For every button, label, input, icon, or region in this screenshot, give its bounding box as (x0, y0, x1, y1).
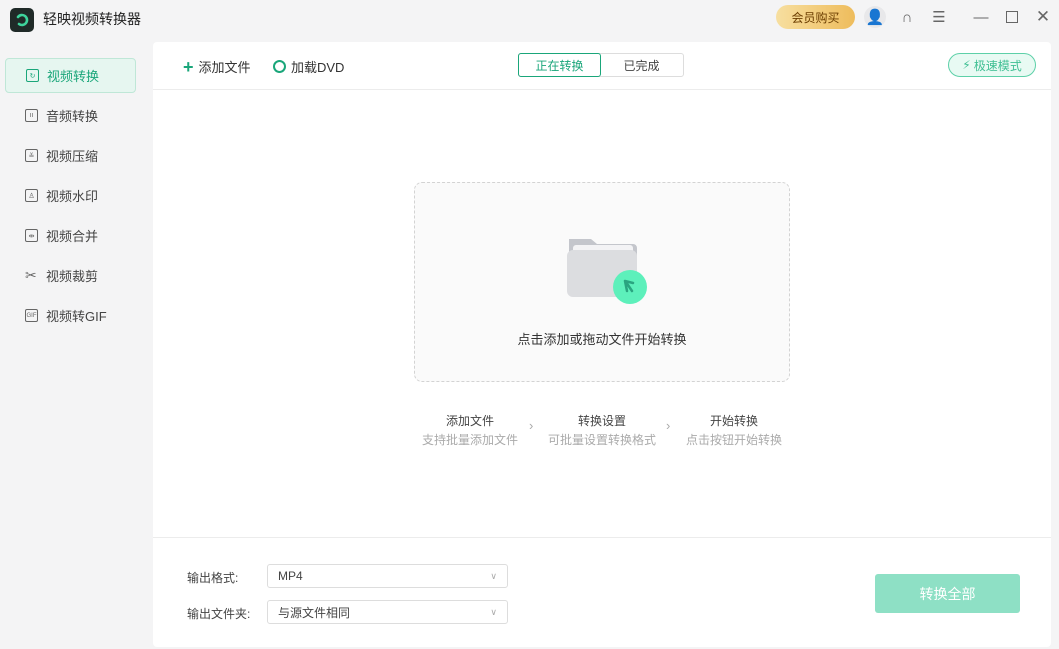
watermark-icon: ♙ (25, 189, 38, 202)
output-format-label: 输出格式: (187, 571, 239, 585)
fast-mode-label: 极速模式 (973, 58, 1022, 73)
step-desc: 支持批量添加文件 (421, 433, 518, 447)
add-file-label: 添加文件 (198, 60, 251, 75)
audio-icon: ıı (25, 109, 38, 122)
add-file-button[interactable]: + 添加文件 (183, 57, 251, 76)
toolbar: + 添加文件 加载DVD 正在转换 已完成 ⚡ 极速模式 (153, 42, 1051, 90)
app-title: 轻映视频转换器 (43, 11, 141, 27)
sidebar-item-label: 视频转GIF (46, 309, 107, 324)
compress-icon: ≚ (25, 149, 38, 162)
chevron-down-icon: ∨ (490, 606, 497, 617)
output-folder-label: 输出文件夹: (187, 607, 251, 621)
sidebar-item-video-watermark[interactable]: ♙ 视频水印 (5, 178, 136, 213)
headset-icon[interactable]: ∩ (896, 6, 918, 28)
step-convert-settings: 转换设置可批量设置转换格式 (542, 412, 662, 448)
folder-icon (565, 233, 651, 308)
maximize-icon[interactable] (1001, 6, 1023, 28)
output-folder-value: 与源文件相同 (278, 605, 351, 620)
bottom-divider (153, 537, 1051, 538)
sidebar-item-video-to-gif[interactable]: GIF 视频转GIF (5, 298, 136, 333)
sidebar-item-video-compress[interactable]: ≚ 视频压缩 (5, 138, 136, 173)
drop-zone-text: 点击添加或拖动文件开始转换 (517, 332, 687, 347)
vip-purchase-button[interactable]: 会员购买 (776, 5, 855, 29)
fast-mode-button[interactable]: ⚡ 极速模式 (948, 53, 1036, 77)
sidebar-item-video-merge[interactable]: ⇹ 视频合并 (5, 218, 136, 253)
chevron-right-icon: › (529, 418, 534, 433)
user-avatar-icon[interactable]: 👤 (864, 6, 886, 28)
menu-icon[interactable]: ☰ (928, 6, 950, 28)
step-start-convert: 开始转换点击按钮开始转换 (674, 412, 794, 448)
lightning-icon: ⚡ (962, 58, 971, 72)
step-add-file: 添加文件支持批量添加文件 (410, 412, 530, 448)
gif-icon: GIF (25, 309, 38, 322)
main-panel: + 添加文件 加载DVD 正在转换 已完成 ⚡ 极速模式 点击添加或拖动文件开始转换… (153, 42, 1051, 647)
load-dvd-button[interactable]: 加载DVD (273, 57, 344, 76)
tab-completed[interactable]: 已完成 (600, 54, 683, 76)
sidebar-item-video-convert[interactable]: ↻ 视频转换 (5, 58, 136, 93)
convert-all-button[interactable]: 转换全部 (875, 574, 1020, 613)
refresh-icon: ↻ (26, 69, 39, 82)
sidebar-item-label: 视频合并 (46, 229, 99, 244)
step-title: 添加文件 (445, 414, 494, 428)
file-drop-zone[interactable]: 点击添加或拖动文件开始转换 (414, 182, 790, 382)
sidebar-item-label: 音频转换 (46, 109, 99, 124)
sidebar-item-label: 视频水印 (46, 189, 99, 204)
output-format-select[interactable]: MP4 ∨ (267, 564, 508, 588)
step-title: 转换设置 (577, 414, 626, 428)
app-logo (10, 8, 34, 32)
chevron-down-icon: ∨ (490, 570, 497, 581)
scissors-icon: ✂ (25, 267, 37, 283)
sidebar-item-label: 视频裁剪 (46, 269, 99, 284)
tab-converting[interactable]: 正在转换 (518, 53, 601, 77)
minimize-icon[interactable]: — (970, 6, 992, 28)
load-dvd-label: 加载DVD (291, 60, 345, 75)
dvd-icon (273, 60, 286, 73)
sidebar-item-audio-convert[interactable]: ıı 音频转换 (5, 98, 136, 133)
sidebar-item-video-crop[interactable]: ✂ 视频裁剪 (5, 258, 136, 293)
step-title: 开始转换 (709, 414, 758, 428)
sidebar-item-label: 视频转换 (47, 69, 100, 84)
plus-icon: + (183, 56, 194, 77)
status-tabs: 正在转换 已完成 (518, 53, 684, 77)
merge-icon: ⇹ (25, 229, 38, 242)
step-desc: 可批量设置转换格式 (547, 433, 656, 447)
chevron-right-icon: › (666, 418, 671, 433)
close-icon[interactable]: ✕ (1032, 6, 1054, 28)
sidebar-item-label: 视频压缩 (46, 149, 99, 164)
step-desc: 点击按钮开始转换 (685, 433, 782, 447)
output-format-value: MP4 (278, 569, 303, 583)
output-folder-select[interactable]: 与源文件相同 ∨ (267, 600, 508, 624)
